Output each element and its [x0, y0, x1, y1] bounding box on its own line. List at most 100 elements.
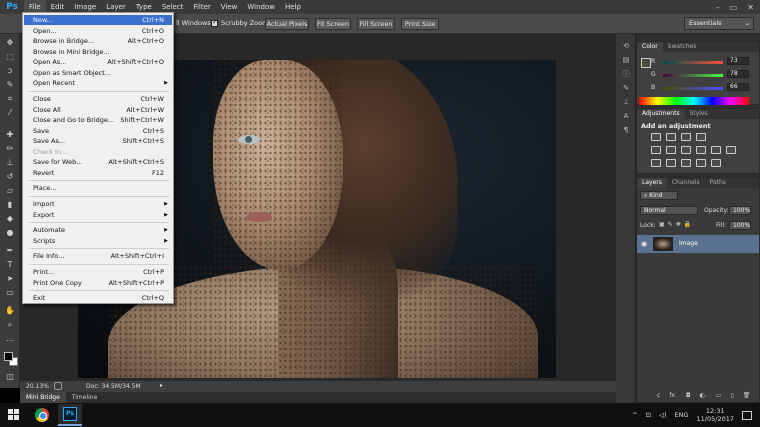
fill-field[interactable]: 100% — [729, 221, 751, 230]
menu-item-open-as[interactable]: Open As... Alt+Shift+Ctrl+O — [24, 57, 172, 67]
notifications-icon[interactable] — [742, 410, 752, 420]
photo-filter-adjust-icon[interactable] — [711, 146, 721, 154]
menu-item-browse-in-bridge[interactable]: Browse in Bridge... Alt+Ctrl+O — [24, 36, 172, 46]
color-spectrum[interactable] — [639, 97, 749, 105]
menu-item-place[interactable]: Place... — [24, 183, 172, 193]
curves-adjust-icon[interactable] — [681, 133, 691, 141]
menu-item-open-recent[interactable]: Open Recent ▶ — [24, 78, 172, 88]
quick-select-tool-icon[interactable]: ✎ — [4, 80, 16, 90]
red-slider[interactable] — [663, 61, 723, 64]
menu-view[interactable]: View — [216, 0, 243, 14]
fill-screen-button[interactable]: Fill Screen — [357, 18, 395, 30]
menu-item-file-info[interactable]: File Info... Alt+Shift+Ctrl+I — [24, 251, 172, 261]
tab-timeline[interactable]: Timeline — [66, 392, 104, 403]
chrome-taskbar-button[interactable] — [30, 405, 54, 425]
opacity-field[interactable]: 100% — [729, 206, 751, 215]
menu-item-exit[interactable]: Exit Ctrl+Q — [24, 293, 172, 303]
menu-item-export[interactable]: Export ▶ — [24, 210, 172, 220]
zoom-tool-icon[interactable]: ⌕ — [4, 320, 16, 330]
link-layers-icon[interactable]: ⅽ — [657, 392, 660, 399]
move-tool-icon[interactable]: ✥ — [4, 38, 16, 48]
menu-item-open[interactable]: Open... Ctrl+O — [24, 26, 172, 36]
foreground-color-swatch[interactable] — [4, 352, 13, 361]
brush-panel-icon[interactable]: ✎ — [621, 84, 631, 93]
layer-style-icon[interactable]: fx. — [669, 392, 677, 399]
lasso-tool-icon[interactable]: ↄ — [4, 66, 16, 76]
red-value[interactable]: 73 — [727, 57, 749, 65]
gradient-map-adjust-icon[interactable] — [711, 159, 721, 167]
menu-item-print-one-copy[interactable]: Print One Copy Alt+Shift+Ctrl+P — [24, 278, 172, 288]
minimize-icon[interactable]: – — [716, 3, 720, 12]
blue-slider-row[interactable]: B 66 — [651, 83, 759, 92]
green-slider[interactable] — [663, 74, 723, 77]
tab-swatches[interactable]: Swatches — [663, 42, 702, 52]
menu-item-save-as[interactable]: Save As... Shift+Ctrl+S — [24, 136, 172, 146]
scrubby-zoom-checkbox[interactable] — [211, 18, 218, 27]
posterize-adjust-icon[interactable] — [666, 159, 676, 167]
gradient-tool-icon[interactable]: ▮ — [4, 200, 16, 210]
chevron-up-icon[interactable]: ^ — [632, 411, 637, 419]
character-panel-icon[interactable]: A — [621, 112, 631, 121]
history-brush-tool-icon[interactable]: ↺ — [4, 172, 16, 182]
black-white-adjust-icon[interactable] — [696, 146, 706, 154]
fit-screen-button[interactable]: Fit Screen — [315, 18, 351, 30]
edit-toolbar-icon[interactable]: ⋯ — [4, 336, 16, 346]
workspace-dropdown[interactable]: Essentials ⌄ — [684, 17, 754, 30]
blend-mode-dropdown[interactable]: Normal — [640, 206, 698, 215]
color-swatches[interactable] — [4, 352, 18, 366]
menu-item-print[interactable]: Print... Ctrl+P — [24, 267, 172, 277]
tab-mini-bridge[interactable]: Mini Bridge — [20, 392, 66, 403]
vibrance-adjust-icon[interactable] — [651, 146, 661, 154]
menu-item-save[interactable]: Save Ctrl+S — [24, 126, 172, 136]
menu-item-close[interactable]: Close Ctrl+W — [24, 94, 172, 104]
color-balance-adjust-icon[interactable] — [681, 146, 691, 154]
menu-item-browse-in-mini-bridge[interactable]: Browse in Mini Bridge... — [24, 47, 172, 57]
tab-adjustments[interactable]: Adjustments — [637, 109, 685, 119]
brightness-adjust-icon[interactable] — [651, 133, 661, 141]
adjustment-layer-icon[interactable]: ◐. — [700, 392, 707, 399]
path-selection-tool-icon[interactable]: ➤ — [4, 274, 16, 284]
language-indicator[interactable]: ENG — [675, 411, 689, 419]
menu-item-open-as-smart-object[interactable]: Open as Smart Object... — [24, 68, 172, 78]
levels-adjust-icon[interactable] — [666, 133, 676, 141]
menu-item-automate[interactable]: Automate ▶ — [24, 225, 172, 235]
green-slider-row[interactable]: G 78 — [651, 70, 759, 79]
blur-tool-icon[interactable]: ◆ — [4, 214, 16, 224]
delete-layer-icon[interactable]: 🗑 — [743, 392, 751, 399]
layer-row-image[interactable]: ◉ Image — [637, 235, 759, 253]
healing-brush-tool-icon[interactable]: ✚ — [4, 130, 16, 140]
status-arrow-icon[interactable]: ▸ — [160, 382, 163, 389]
status-menu-icon[interactable] — [54, 382, 62, 390]
clock[interactable]: 12:31 11/05/2017 — [697, 407, 734, 423]
hue-saturation-adjust-icon[interactable] — [666, 146, 676, 154]
layer-name[interactable]: Image — [679, 240, 698, 247]
menu-item-scripts[interactable]: Scripts ▶ — [24, 236, 172, 246]
zoom-level[interactable]: 20.13% — [26, 383, 49, 390]
eyedropper-tool-icon[interactable]: ⁄ — [4, 108, 16, 118]
dodge-tool-icon[interactable]: ● — [4, 228, 16, 238]
tab-channels[interactable]: Channels — [667, 178, 705, 188]
blue-value[interactable]: 66 — [727, 83, 749, 91]
blue-slider[interactable] — [663, 87, 723, 90]
menu-item-close-all[interactable]: Close All Alt+Ctrl+W — [24, 105, 172, 115]
clone-source-panel-icon[interactable]: ⊥ — [621, 98, 631, 107]
menu-item-import[interactable]: Import ▶ — [24, 199, 172, 209]
tab-styles[interactable]: Styles — [685, 109, 713, 119]
type-tool-icon[interactable]: T — [4, 260, 16, 270]
color-fg-preview[interactable] — [641, 58, 651, 68]
actual-pixels-button[interactable]: Actual Pixels — [265, 18, 309, 30]
menu-item-save-for-web[interactable]: Save for Web... Alt+Shift+Ctrl+S — [24, 157, 172, 167]
channel-mixer-adjust-icon[interactable] — [726, 146, 736, 154]
restore-icon[interactable]: ▭ — [730, 3, 738, 12]
menu-item-revert[interactable]: Revert F12 — [24, 168, 172, 178]
tab-layers[interactable]: Layers — [637, 178, 667, 188]
windows-start-icon[interactable] — [8, 409, 20, 421]
marquee-tool-icon[interactable]: ⬚ — [4, 52, 16, 62]
pen-tool-icon[interactable]: ✒ — [4, 246, 16, 256]
eraser-tool-icon[interactable]: ▱ — [4, 186, 16, 196]
menu-item-close-and-go-to-bridge[interactable]: Close and Go to Bridge... Shift+Ctrl+W — [24, 115, 172, 125]
selective-color-adjust-icon[interactable] — [696, 159, 706, 167]
invert-adjust-icon[interactable] — [651, 159, 661, 167]
quick-mask-icon[interactable]: ◫ — [4, 372, 16, 382]
menu-help[interactable]: Help — [280, 0, 306, 14]
